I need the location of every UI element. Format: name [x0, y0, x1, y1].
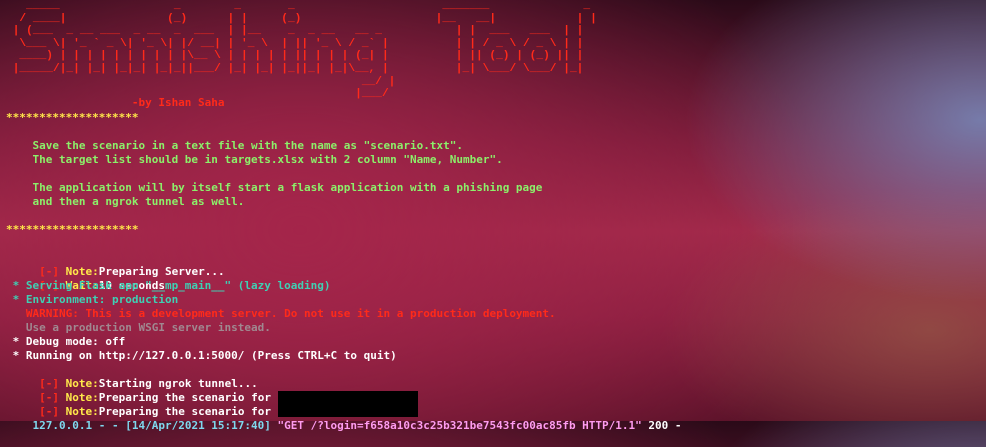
- intro-line-4: and then a ngrok tunnel as well.: [6, 195, 245, 208]
- terminal-window[interactable]: _____ _ _ _ _______ _ / ____| (_) | | (_…: [0, 0, 986, 432]
- separator-top: ********************: [6, 111, 139, 124]
- ascii-banner: _____ _ _ _ _______ _ / ____| (_) | | (_…: [12, 0, 597, 101]
- log-line-use-production: Use a production WSGI server instead.: [6, 321, 271, 334]
- log-line-serving-flask: * Serving Flask app "__mp_main__" (lazy …: [6, 279, 331, 292]
- log-line-access-log: 127.0.0.1 - - [14/Apr/2021 15:17:40] "GE…: [6, 405, 682, 447]
- intro-line-3: The application will by itself start a f…: [6, 181, 543, 194]
- log-line-debug-mode: * Debug mode: off: [6, 335, 126, 348]
- separator-bottom: ********************: [6, 223, 139, 236]
- log-line-running-on: * Running on http://127.0.0.1:5000/ (Pre…: [6, 349, 397, 362]
- intro-line-2: The target list should be in targets.xls…: [6, 153, 503, 166]
- intro-line-1: Save the scenario in a text file with th…: [6, 139, 463, 152]
- author-credit: -by Ishan Saha: [6, 96, 225, 109]
- log-line-environment: * Environment: production: [6, 293, 179, 306]
- log-line-warning: WARNING: This is a development server. D…: [6, 307, 556, 320]
